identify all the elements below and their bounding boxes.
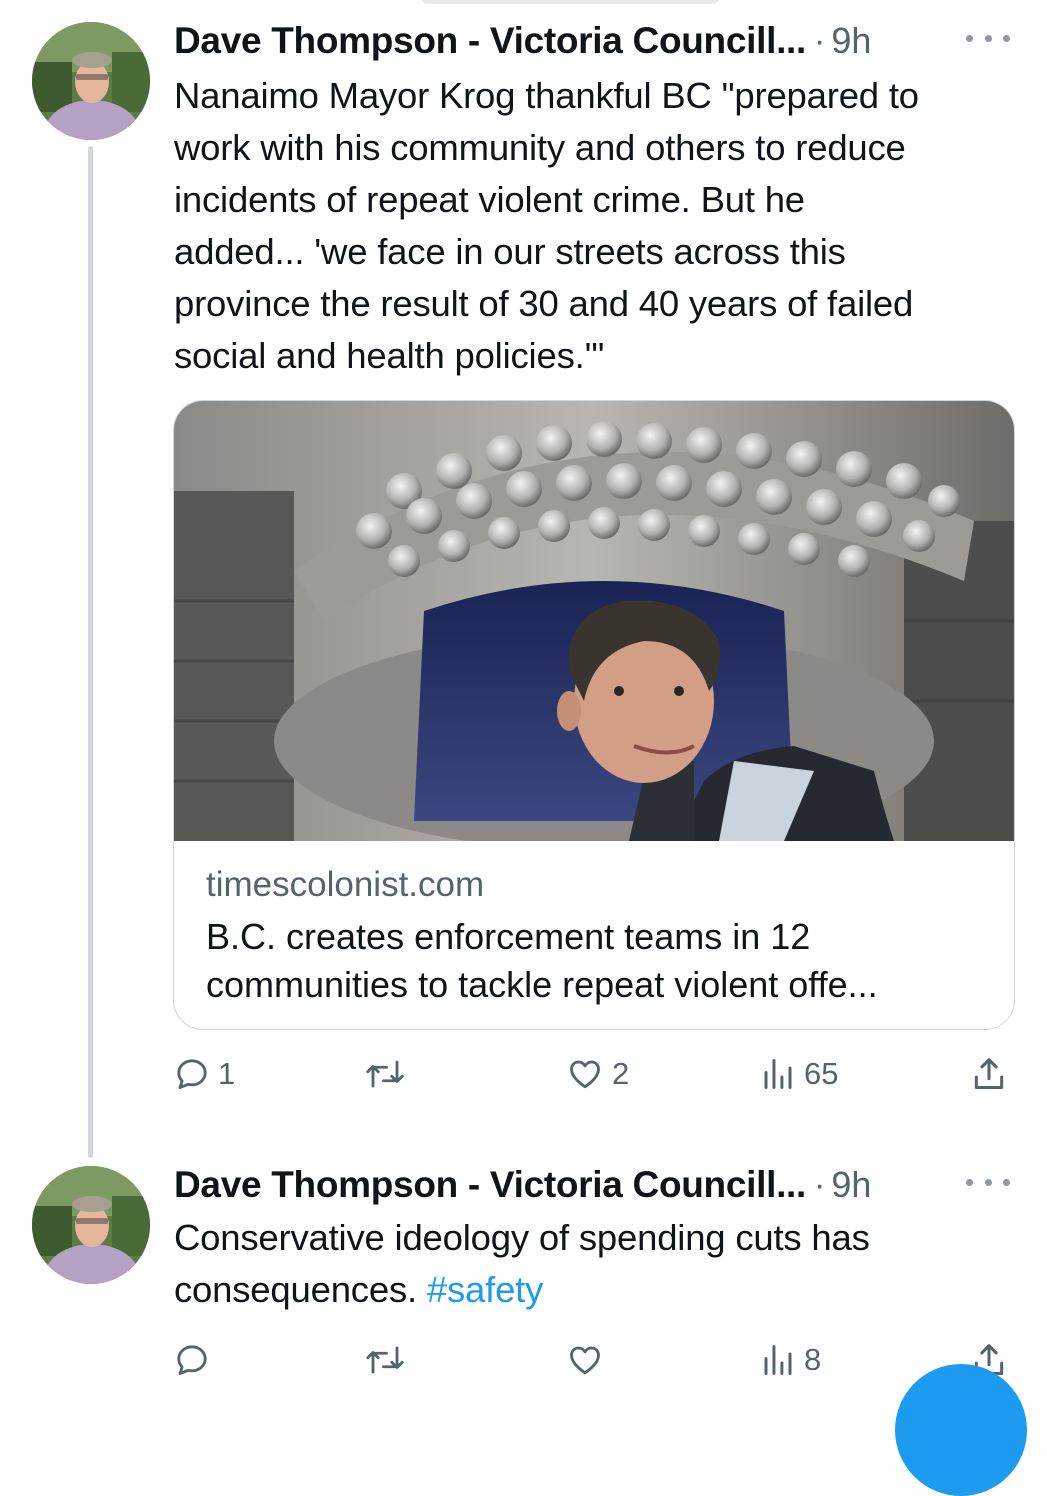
timestamp[interactable]: 9h: [831, 1164, 871, 1206]
repost-button[interactable]: [364, 1049, 414, 1099]
action-bar: 1 2 65: [174, 1049, 1024, 1099]
compose-button[interactable]: [895, 1364, 1027, 1496]
text-line: incidents of repeat violent crime. But h…: [174, 179, 805, 220]
reply-icon: [177, 1345, 207, 1375]
views-icon: [764, 1345, 792, 1375]
author-name[interactable]: Dave Thompson - Victoria Councill...: [174, 1164, 806, 1206]
like-icon: [570, 1060, 600, 1089]
repost-icon: [366, 1060, 404, 1088]
text-line: social and health policies.'": [174, 335, 605, 376]
view-count: 65: [804, 1056, 839, 1091]
text-line: Nanaimo Mayor Krog thankful BC "prepared…: [174, 75, 919, 116]
text-line: consequences. #safety: [174, 1264, 1024, 1316]
avatar[interactable]: [32, 1166, 150, 1284]
author-name[interactable]: Dave Thompson - Victoria Councill...: [174, 20, 806, 62]
action-bar: 8: [174, 1335, 1024, 1385]
text-line: added... 'we face in our streets across …: [174, 231, 846, 272]
reply-icon: [177, 1059, 207, 1089]
like-count: 2: [612, 1056, 630, 1091]
timestamp[interactable]: 9h: [831, 20, 871, 62]
tweet-text: Conservative ideology of spending cuts h…: [174, 1212, 1024, 1316]
views-button[interactable]: 65: [760, 1049, 838, 1099]
reply-count: 1: [218, 1056, 236, 1091]
hashtag-link[interactable]: #safety: [427, 1269, 543, 1310]
avatar[interactable]: [32, 22, 150, 140]
card-title-line: communities to tackle repeat violent off…: [206, 964, 878, 1005]
link-card[interactable]: timescolonist.com B.C. creates enforceme…: [173, 400, 1015, 1030]
tweet-header: Dave Thompson - Victoria Councill... · 9…: [174, 1162, 1014, 1208]
more-icon[interactable]: [966, 24, 1010, 52]
more-icon[interactable]: [966, 1168, 1010, 1196]
like-button[interactable]: 2: [566, 1049, 629, 1099]
tweet-text: Nanaimo Mayor Krog thankful BC "prepared…: [174, 70, 1024, 382]
card-domain: timescolonist.com: [206, 865, 485, 904]
text-prefix: consequences.: [174, 1269, 427, 1310]
like-icon: [570, 1346, 600, 1375]
card-title-line: B.C. creates enforcement teams in 12: [206, 916, 811, 957]
text-line: Conservative ideology of spending cuts h…: [174, 1217, 870, 1258]
text-line: province the result of 30 and 40 years o…: [174, 283, 914, 324]
thread-line: [88, 146, 93, 1158]
reply-button[interactable]: [174, 1335, 218, 1385]
reply-button[interactable]: 1: [174, 1049, 235, 1099]
sheet-handle: [420, 0, 720, 4]
text-line: work with his community and others to re…: [174, 127, 906, 168]
tweet-header: Dave Thompson - Victoria Councill... · 9…: [174, 18, 1014, 64]
repost-icon: [366, 1346, 404, 1374]
separator: ·: [814, 1165, 826, 1204]
like-button[interactable]: [566, 1335, 612, 1385]
repost-button[interactable]: [364, 1335, 414, 1385]
card-image: [174, 401, 1014, 841]
share-icon: [974, 1058, 1004, 1089]
share-button[interactable]: [970, 1049, 1008, 1099]
view-count: 8: [804, 1342, 822, 1377]
views-button[interactable]: 8: [760, 1335, 821, 1385]
separator: ·: [814, 21, 826, 60]
card-title: B.C. creates enforcement teams in 12 com…: [206, 913, 996, 1009]
views-icon: [764, 1059, 792, 1089]
